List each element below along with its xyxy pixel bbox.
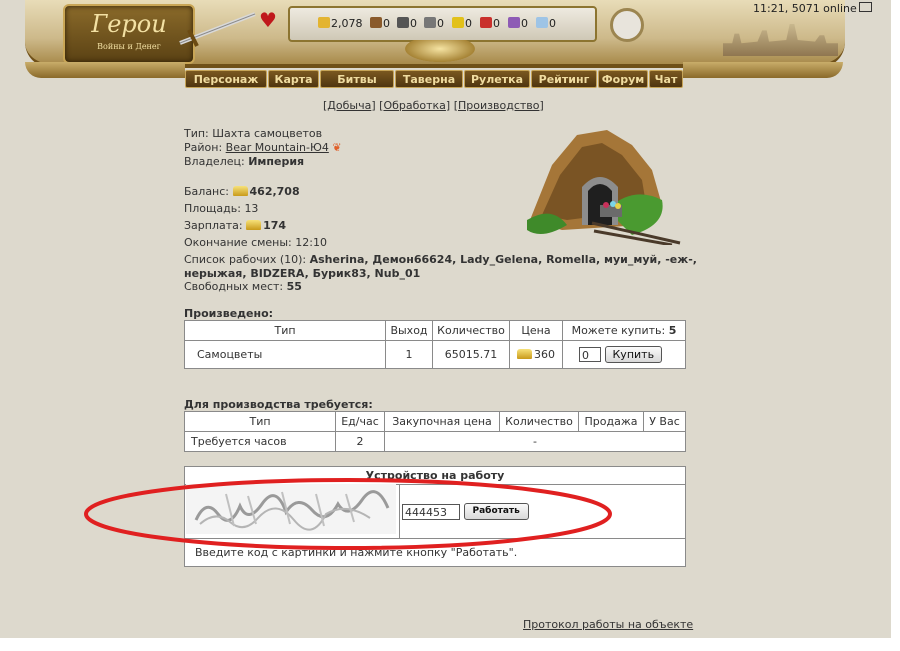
mine-entrance-image bbox=[527, 130, 681, 245]
gold-icon bbox=[246, 220, 262, 230]
resource-sulfur: 0 bbox=[452, 17, 472, 30]
potion-ring-icon[interactable] bbox=[610, 8, 644, 42]
menu-item-chat[interactable]: Чат bbox=[649, 70, 683, 88]
district-link[interactable]: Bear Mountain-Ю4 bbox=[226, 141, 329, 154]
cell-rest: - bbox=[384, 431, 686, 452]
cell-type: Самоцветы bbox=[184, 340, 386, 369]
cell-output: 1 bbox=[385, 340, 433, 369]
captcha-image bbox=[186, 484, 396, 534]
wood-icon bbox=[370, 17, 382, 28]
info-salary: Зарплата: 174 bbox=[184, 219, 287, 232]
resources-bar: 2,078 0 0 0 0 0 0 0 bbox=[288, 6, 597, 42]
menu-ornament-left bbox=[25, 62, 185, 78]
produced-table: Тип Выход Количество Цена Можете купить:… bbox=[184, 320, 686, 369]
info-balance: Баланс: 462,708 bbox=[184, 185, 300, 198]
info-area: Площадь: 13 bbox=[184, 202, 259, 215]
table-header-row: Тип Ед/час Закупочная цена Количество Пр… bbox=[184, 411, 686, 432]
subnav-link-production[interactable]: Производство bbox=[458, 99, 539, 112]
col-type: Тип bbox=[184, 411, 336, 432]
info-type: Тип: Шахта самоцветов bbox=[184, 127, 323, 140]
subnav-link-processing[interactable]: Обработка bbox=[383, 99, 445, 112]
col-quantity: Количество bbox=[499, 411, 579, 432]
table-header-row: Тип Выход Количество Цена Можете купить:… bbox=[184, 320, 686, 341]
col-purchase-price: Закупочная цена bbox=[384, 411, 500, 432]
buy-button[interactable]: Купить bbox=[604, 346, 663, 363]
resource-wood: 0 bbox=[370, 17, 390, 30]
facility-subnav: [Добыча] [Обработка] [Производство] bbox=[323, 99, 544, 112]
cell-per-hour: 2 bbox=[335, 431, 385, 452]
info-shift-end: Окончание смены: 12:10 bbox=[184, 236, 327, 249]
district-emblem-icon: ❦ bbox=[332, 141, 342, 154]
gold-icon bbox=[517, 349, 532, 359]
required-title: Для производства требуется: bbox=[184, 398, 373, 411]
gold-icon bbox=[318, 17, 330, 28]
job-hint-row: Введите код с картинки и нажмите кнопку … bbox=[184, 538, 686, 567]
required-table: Тип Ед/час Закупочная цена Количество Пр… bbox=[184, 411, 686, 452]
gold-icon bbox=[232, 186, 248, 196]
info-free-places: Свободных мест: 55 bbox=[184, 280, 302, 293]
table-row: Требуется часов 2 - bbox=[184, 431, 686, 452]
logo-title: Герои bbox=[91, 10, 167, 38]
buy-quantity-input[interactable]: 0 bbox=[579, 347, 601, 362]
col-quantity: Количество bbox=[432, 320, 510, 341]
menu-item-map[interactable]: Карта bbox=[268, 70, 319, 88]
health-heart-icon: ♥ bbox=[259, 8, 277, 32]
server-time-online: 11:21, 5071 online bbox=[753, 2, 872, 15]
job-hint: Введите код с картинки и нажмите кнопку … bbox=[184, 538, 686, 567]
menu-item-rating[interactable]: Рейтинг bbox=[531, 70, 597, 88]
col-price: Цена bbox=[509, 320, 563, 341]
menu-item-battles[interactable]: Битвы bbox=[320, 70, 394, 88]
work-button[interactable]: Работать bbox=[463, 503, 529, 520]
col-you-have: У Вас bbox=[643, 411, 686, 432]
diamond-icon bbox=[536, 17, 548, 28]
cell-quantity: 65015.71 bbox=[432, 340, 510, 369]
logo-subtitle: Войны и Денег bbox=[97, 42, 161, 51]
table-row: Самоцветы 1 65015.71 360 0 Купить bbox=[184, 340, 686, 369]
crystal-icon bbox=[480, 17, 492, 28]
info-district: Район: Bear Mountain-Ю4 ❦ bbox=[184, 141, 342, 154]
mercury-icon bbox=[424, 17, 436, 28]
sulfur-icon bbox=[452, 17, 464, 28]
menu-item-character[interactable]: Персонаж bbox=[185, 70, 267, 88]
col-output: Выход bbox=[385, 320, 433, 341]
mail-icon[interactable] bbox=[858, 2, 872, 12]
cell-type: Требуется часов bbox=[184, 431, 336, 452]
job-title-row: Устройство на работу bbox=[184, 466, 686, 485]
cell-price: 360 bbox=[509, 340, 563, 369]
header-ornament bbox=[405, 40, 475, 62]
resource-mercury: 0 bbox=[424, 17, 444, 30]
menu-item-tavern[interactable]: Таверна bbox=[395, 70, 463, 88]
ore-icon bbox=[397, 17, 409, 28]
menu-ornament-right bbox=[683, 62, 843, 78]
menu-item-forum[interactable]: Форум bbox=[598, 70, 648, 88]
cell-buy: 0 Купить bbox=[562, 340, 686, 369]
col-can-buy: Можете купить: 5 bbox=[562, 320, 686, 341]
info-owner: Владелец: Империя bbox=[184, 155, 305, 168]
subnav-link-extraction[interactable]: Добыча bbox=[327, 99, 371, 112]
col-per-hour: Ед/час bbox=[335, 411, 385, 432]
resource-crystal: 0 bbox=[480, 17, 500, 30]
captcha-code-input[interactable]: 444453 bbox=[402, 503, 460, 520]
resource-gems: 0 bbox=[508, 17, 528, 30]
col-sale: Продажа bbox=[578, 411, 644, 432]
sword-icon bbox=[179, 12, 256, 47]
resource-diamond: 0 bbox=[536, 17, 556, 30]
window-edge bbox=[891, 0, 900, 651]
menu-item-roulette[interactable]: Рулетка bbox=[464, 70, 530, 88]
work-log-link[interactable]: Протокол работы на объекте bbox=[523, 618, 693, 631]
code-cell: 444453 Работать bbox=[399, 484, 686, 539]
resource-ore: 0 bbox=[397, 17, 417, 30]
resource-gold: 2,078 bbox=[318, 17, 363, 30]
info-workers: Список рабочих (10): Asherina, Демон6662… bbox=[184, 253, 697, 266]
col-type: Тип bbox=[184, 320, 386, 341]
produced-title: Произведено: bbox=[184, 307, 274, 320]
job-title: Устройство на работу bbox=[184, 466, 686, 485]
main-menu: Персонаж Карта Битвы Таверна Рулетка Рей… bbox=[185, 70, 683, 88]
gems-icon bbox=[508, 17, 520, 28]
